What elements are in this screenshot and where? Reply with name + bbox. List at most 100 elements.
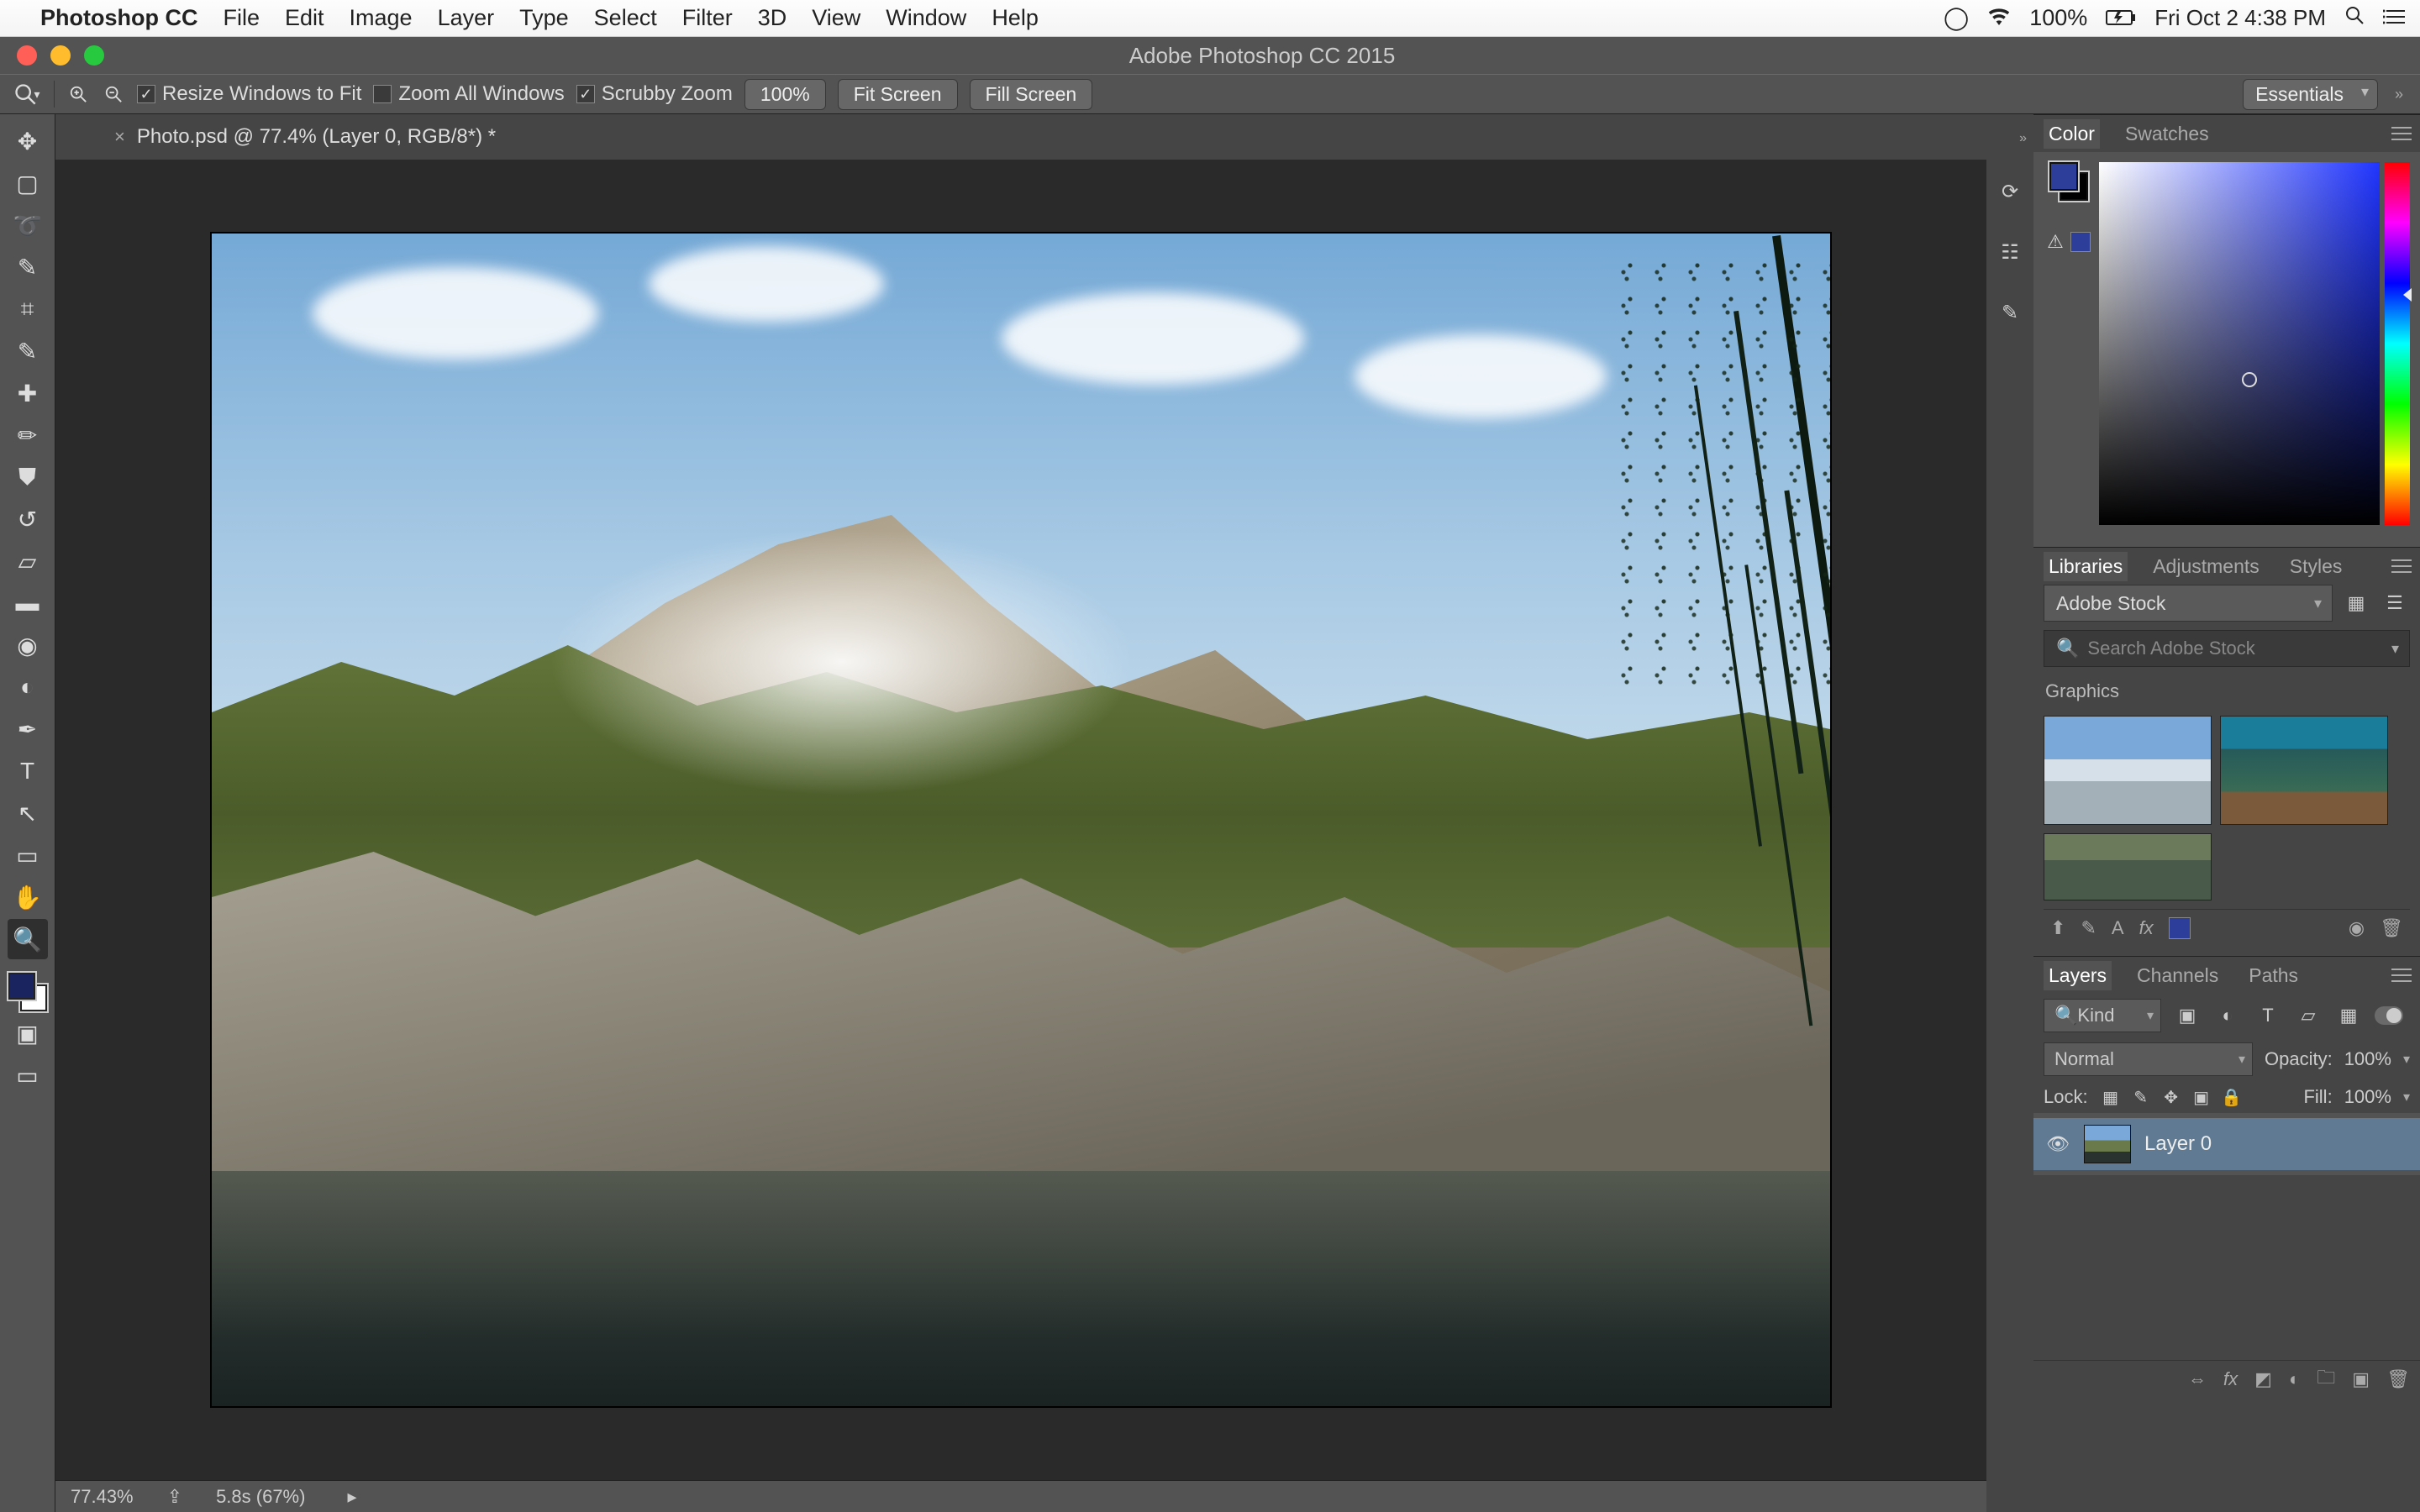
layer-mask-icon[interactable]: ◩ xyxy=(2254,1368,2272,1390)
panel-menu-icon[interactable] xyxy=(2391,127,2412,140)
hue-slider[interactable] xyxy=(2385,162,2410,525)
history-panel-icon[interactable]: ⟳ xyxy=(1995,176,2025,207)
screen-mode-icon[interactable]: ▭ xyxy=(8,1055,48,1095)
scrubby-zoom-checkbox[interactable]: Scrubby Zoom xyxy=(576,82,733,106)
window-zoom-button[interactable] xyxy=(84,45,104,66)
library-source-dropdown[interactable]: Adobe Stock xyxy=(2044,585,2333,622)
tab-channels[interactable]: Channels xyxy=(2132,961,2223,990)
workspace-dropdown[interactable]: Essentials xyxy=(2243,79,2378,110)
filter-toggle[interactable] xyxy=(2375,1006,2403,1025)
stamp-tool-icon[interactable]: ⛊ xyxy=(8,457,48,497)
menu-list-icon[interactable] xyxy=(2383,5,2405,31)
library-search-input[interactable]: 🔍 Search Adobe Stock xyxy=(2044,630,2410,667)
menu-type[interactable]: Type xyxy=(519,5,569,31)
delete-layer-icon[interactable]: 🗑 xyxy=(2386,1368,2410,1390)
add-brush-icon[interactable]: ✎ xyxy=(2081,917,2096,939)
blur-tool-icon[interactable]: ◉ xyxy=(8,625,48,665)
layer-group-icon[interactable]: 🗀 xyxy=(2317,1363,2335,1395)
dodge-tool-icon[interactable]: ◐ xyxy=(8,667,48,707)
menu-select[interactable]: Select xyxy=(594,5,657,31)
filter-pixel-icon[interactable]: ▣ xyxy=(2173,1003,2202,1028)
layer-name[interactable]: Layer 0 xyxy=(2144,1132,2212,1156)
foreground-background-swatch[interactable] xyxy=(8,973,47,1011)
library-asset-thumb[interactable] xyxy=(2044,833,2212,900)
app-name[interactable]: Photoshop CC xyxy=(40,5,197,31)
fit-screen-button[interactable]: Fit Screen xyxy=(838,79,958,110)
layer-fx-icon[interactable]: fx xyxy=(2223,1368,2238,1390)
eyedropper-tool-icon[interactable]: ✎ xyxy=(8,331,48,371)
panel-menu-icon[interactable] xyxy=(2391,559,2412,573)
add-graphic-icon[interactable]: ⬆ xyxy=(2050,917,2065,939)
library-preview-icon[interactable]: ◉ xyxy=(2349,917,2365,939)
dock-expand-icon[interactable]: » xyxy=(2019,131,2033,146)
gamut-warning-icon[interactable]: ⚠ xyxy=(2047,231,2064,253)
color-panel-swatch[interactable] xyxy=(2049,162,2088,201)
lasso-tool-icon[interactable]: ➰ xyxy=(8,205,48,245)
spotlight-icon[interactable] xyxy=(2344,5,2365,31)
menu-window[interactable]: Window xyxy=(886,5,966,31)
close-tab-icon[interactable]: × xyxy=(114,126,125,148)
zoom-out-icon[interactable] xyxy=(102,82,125,106)
marquee-tool-icon[interactable]: ▢ xyxy=(8,163,48,203)
zoom-in-icon[interactable] xyxy=(66,82,90,106)
link-layers-icon[interactable]: ⇔ xyxy=(2188,1368,2207,1390)
document-canvas[interactable] xyxy=(210,232,1832,1408)
panel-menu-icon[interactable] xyxy=(2391,969,2412,982)
library-trash-icon[interactable]: 🗑 xyxy=(2380,917,2403,939)
resize-windows-checkbox[interactable]: Resize Windows to Fit xyxy=(137,82,361,106)
gradient-tool-icon[interactable]: ▬ xyxy=(8,583,48,623)
filter-type-icon[interactable]: T xyxy=(2254,1003,2282,1028)
current-tool-zoom-icon[interactable]: ▾ xyxy=(12,79,42,109)
tab-adjustments[interactable]: Adjustments xyxy=(2148,552,2265,581)
window-close-button[interactable] xyxy=(17,45,37,66)
properties-panel-icon[interactable]: ☷ xyxy=(1995,237,2025,267)
lock-all-icon[interactable]: 🔒 xyxy=(2221,1086,2243,1108)
status-timing[interactable]: 5.8s (67%) xyxy=(216,1486,305,1508)
filter-smart-icon[interactable]: ▦ xyxy=(2334,1003,2363,1028)
lock-position-icon[interactable]: ✥ xyxy=(2160,1086,2182,1108)
library-asset-thumb[interactable] xyxy=(2220,716,2388,825)
zoom-100-button[interactable]: 100% xyxy=(744,79,826,110)
menu-filter[interactable]: Filter xyxy=(682,5,733,31)
layer-filter-kind-dropdown[interactable]: 🔍Kind xyxy=(2044,999,2161,1032)
hand-tool-icon[interactable]: ✋ xyxy=(8,877,48,917)
lock-artboard-icon[interactable]: ▣ xyxy=(2191,1086,2212,1108)
web-safe-swatch[interactable] xyxy=(2070,232,2091,252)
color-field[interactable] xyxy=(2099,162,2380,525)
status-share-icon[interactable]: ⇪ xyxy=(167,1486,182,1508)
lock-pixels-icon[interactable]: ✎ xyxy=(2130,1086,2152,1108)
tab-swatches[interactable]: Swatches xyxy=(2120,119,2214,149)
opacity-value[interactable]: 100% xyxy=(2344,1048,2391,1070)
document-tab[interactable]: × Photo.psd @ 77.4% (Layer 0, RGB/8*) * xyxy=(114,125,496,149)
list-view-icon[interactable]: ☰ xyxy=(2380,588,2410,618)
fill-screen-button[interactable]: Fill Screen xyxy=(970,79,1093,110)
expand-panels-icon[interactable]: » xyxy=(2390,86,2408,103)
healing-tool-icon[interactable]: ✚ xyxy=(8,373,48,413)
menu-help[interactable]: Help xyxy=(992,5,1039,31)
grid-view-icon[interactable]: ▦ xyxy=(2341,588,2371,618)
quick-select-tool-icon[interactable]: ✎ xyxy=(8,247,48,287)
menu-3d[interactable]: 3D xyxy=(758,5,787,31)
menu-view[interactable]: View xyxy=(812,5,860,31)
crop-tool-icon[interactable]: ⌗ xyxy=(8,289,48,329)
pen-tool-icon[interactable]: ✒ xyxy=(8,709,48,749)
wifi-icon[interactable] xyxy=(1987,5,2011,31)
brush-tool-icon[interactable]: ✏ xyxy=(8,415,48,455)
window-minimize-button[interactable] xyxy=(50,45,71,66)
tab-layers[interactable]: Layers xyxy=(2044,961,2112,990)
zoom-tool-icon[interactable]: 🔍 xyxy=(8,919,48,959)
path-select-tool-icon[interactable]: ↖ xyxy=(8,793,48,833)
tab-color[interactable]: Color xyxy=(2044,119,2100,149)
tab-libraries[interactable]: Libraries xyxy=(2044,552,2128,581)
zoom-all-windows-checkbox[interactable]: Zoom All Windows xyxy=(373,82,564,106)
fill-value[interactable]: 100% xyxy=(2344,1086,2391,1108)
menu-layer[interactable]: Layer xyxy=(438,5,495,31)
adjustment-layer-icon[interactable]: ◐ xyxy=(2289,1368,2300,1390)
menu-edit[interactable]: Edit xyxy=(285,5,324,31)
library-asset-thumb[interactable] xyxy=(2044,716,2212,825)
creative-cloud-icon[interactable]: ◯ xyxy=(1944,5,1969,31)
history-brush-tool-icon[interactable]: ↺ xyxy=(8,499,48,539)
type-tool-icon[interactable]: T xyxy=(8,751,48,791)
menu-image[interactable]: Image xyxy=(350,5,413,31)
filter-adjustment-icon[interactable]: ◐ xyxy=(2213,1003,2242,1028)
